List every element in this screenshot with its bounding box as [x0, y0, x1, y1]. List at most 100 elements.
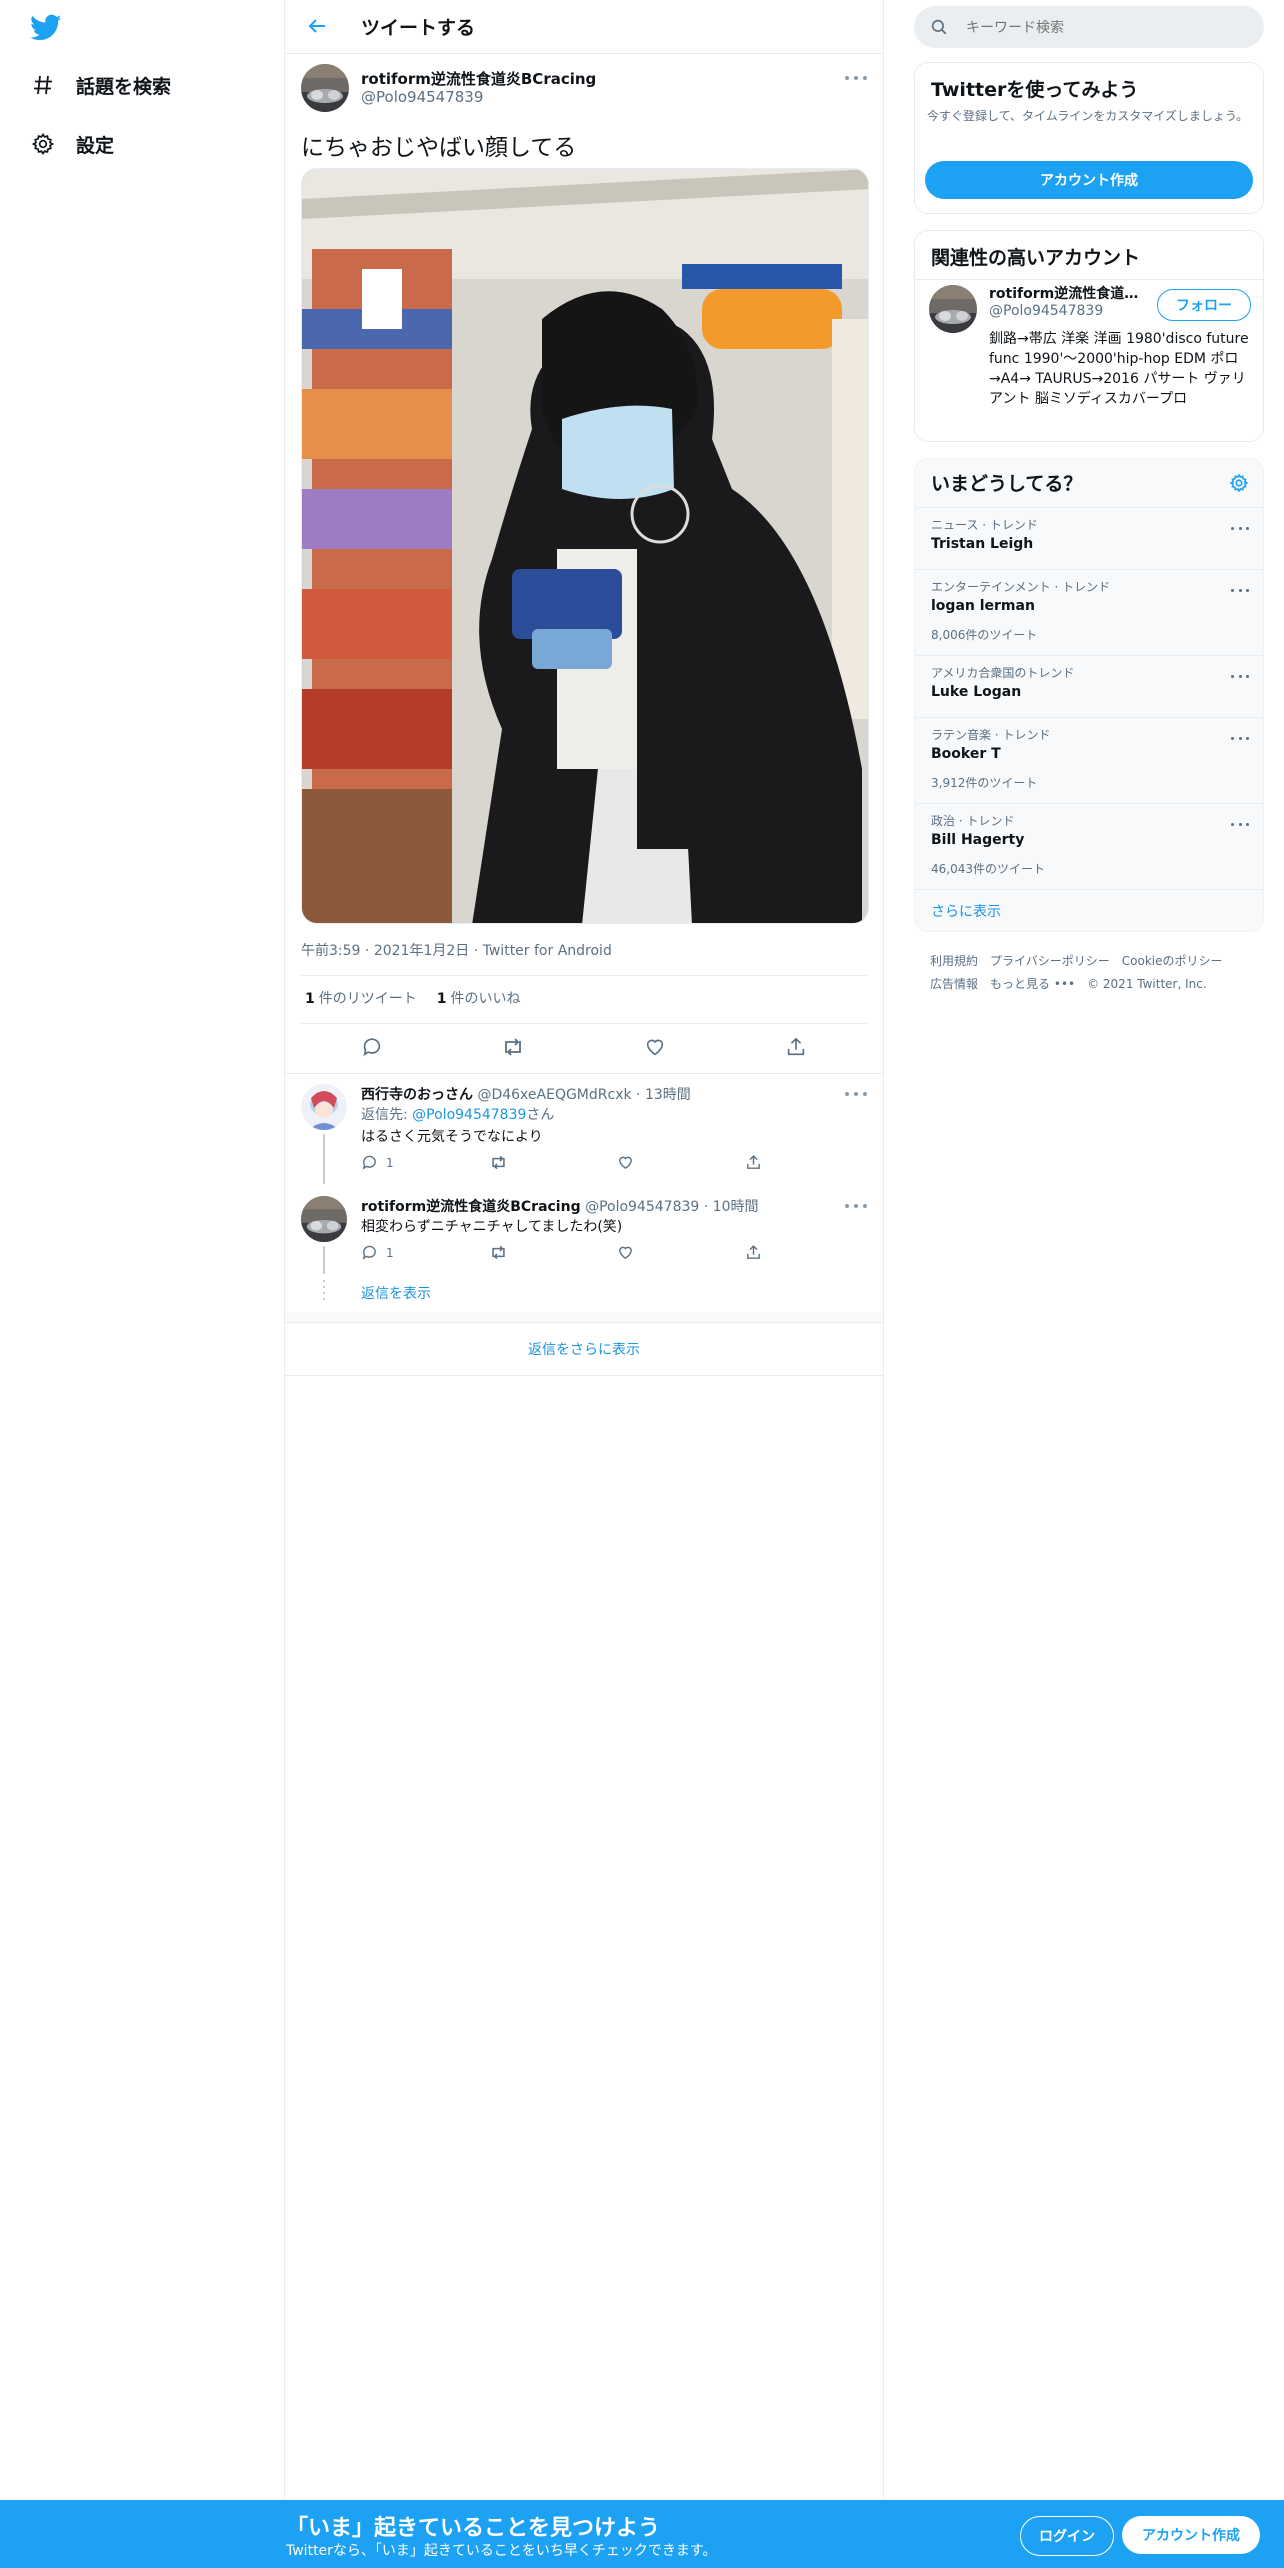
relevant-accounts-card: 関連性の高いアカウント rotiform逆流性食道炎... @Polo94547… [914, 230, 1264, 442]
author-handle[interactable]: @Polo94547839 [361, 88, 483, 106]
show-replies-link[interactable]: 返信を表示 [361, 1283, 431, 1303]
relevant-name[interactable]: rotiform逆流性食道炎... [989, 283, 1149, 303]
share-icon[interactable] [783, 1034, 809, 1060]
gear-icon[interactable] [1229, 473, 1249, 497]
trend-category: アメリカ合衆国のトレンド [931, 666, 1075, 680]
trend-item[interactable]: ラテン音楽 · トレンド Booker T 3,912件のツイート [915, 717, 1263, 804]
login-button[interactable]: ログイン [1020, 2516, 1114, 2556]
tweet-time[interactable]: 午前3:59 [301, 943, 360, 959]
bottom-signup-bar: 「いま」起きていることを見つけよう Twitterなら、「いま」起きていることを… [0, 2500, 1284, 2568]
signup-card-description: 今すぐ登録して、タイムラインをカスタマイズしましょう。 [927, 109, 1249, 123]
reply-avatar[interactable] [301, 1084, 347, 1130]
show-more-trends-link[interactable]: さらに表示 [931, 901, 1001, 921]
more-options-icon[interactable] [1231, 730, 1249, 746]
footer-ads[interactable]: 広告情報 [930, 977, 978, 991]
tweet-photo[interactable] [301, 168, 869, 924]
reply-tweet[interactable]: rotiform逆流性食道炎BCracing @Polo94547839 · 1… [285, 1186, 883, 1276]
reply-icon[interactable]: 1 [361, 1154, 401, 1171]
trend-category: エンターテインメント · トレンド [931, 580, 1111, 594]
tweet-source[interactable]: Twitter for Android [483, 943, 612, 959]
search-icon [930, 18, 948, 40]
trend-item[interactable]: 政治 · トレンド Bill Hagerty 46,043件のツイート [915, 803, 1263, 890]
trend-name: Tristan Leigh [931, 536, 1034, 552]
tweet-stats: 1 件のリツイート 1 件のいいね [305, 988, 521, 1008]
thread-line [323, 1246, 325, 1274]
like-icon[interactable] [642, 1034, 668, 1060]
trend-name: Bill Hagerty [931, 832, 1025, 848]
search-box[interactable] [914, 6, 1264, 48]
reply-avatar[interactable] [301, 1196, 347, 1242]
twitter-logo-icon[interactable] [30, 14, 62, 42]
retweet-icon[interactable] [500, 1034, 526, 1060]
more-options-icon[interactable] [845, 1198, 867, 1214]
footer-cookie[interactable]: Cookieのポリシー [1122, 954, 1223, 968]
trend-item[interactable]: ニュース · トレンド Tristan Leigh [915, 507, 1263, 570]
reply-to-handle[interactable]: @Polo94547839 [412, 1107, 526, 1123]
trend-category: ラテン音楽 · トレンド [931, 728, 1051, 742]
more-options-icon[interactable] [1231, 520, 1249, 536]
more-options-icon[interactable] [1231, 668, 1249, 684]
relevant-bio: 釧路→帯広 洋楽 洋画 1980'disco future func 1990'… [989, 331, 1249, 407]
more-options-icon[interactable] [845, 1086, 867, 1102]
footer-terms[interactable]: 利用規約 [930, 954, 978, 968]
section-gap [285, 1312, 883, 1322]
share-icon[interactable] [745, 1244, 785, 1261]
reply-to: 返信先: @Polo94547839さん [361, 1107, 555, 1123]
reply-icon[interactable]: 1 [361, 1244, 401, 1261]
trend-item[interactable]: エンターテインメント · トレンド logan lerman 8,006件のツイ… [915, 569, 1263, 656]
trend-count: 8,006件のツイート [931, 628, 1038, 642]
reply-author-handle[interactable]: @Polo94547839 [585, 1199, 699, 1215]
signup-button[interactable]: アカウント作成 [925, 161, 1253, 199]
reply-author-name[interactable]: rotiform逆流性食道炎BCracing [361, 1199, 581, 1215]
reply-time[interactable]: 10時間 [713, 1199, 759, 1215]
reply-actions: 1 [361, 1154, 785, 1171]
reply-author-handle[interactable]: @D46xeAEQGMdRcxk [477, 1087, 631, 1103]
footer-more[interactable]: もっと見る ••• [990, 977, 1075, 991]
relevant-avatar[interactable] [929, 285, 977, 333]
follow-button[interactable]: フォロー [1157, 289, 1251, 321]
show-more-replies-button[interactable]: 返信をさらに表示 [285, 1322, 883, 1376]
tweet-actions [301, 1034, 867, 1060]
divider [301, 975, 867, 976]
footer-privacy[interactable]: プライバシーポリシー [990, 954, 1110, 968]
relevant-handle[interactable]: @Polo94547839 [989, 303, 1103, 319]
author-avatar[interactable] [301, 64, 349, 112]
share-icon[interactable] [745, 1154, 785, 1171]
trend-category: ニュース · トレンド [931, 518, 1038, 532]
trend-item[interactable]: アメリカ合衆国のトレンド Luke Logan [915, 655, 1263, 718]
nav-explore[interactable]: 話題を検索 [30, 63, 171, 107]
reply-tweet[interactable]: 西行寺のおっさん @D46xeAEQGMdRcxk · 13時間 返信先: @P… [285, 1074, 883, 1184]
retweet-icon[interactable] [489, 1244, 529, 1261]
like-stat[interactable]: 1 件のいいね [437, 988, 521, 1008]
more-dots-icon: ••• [1053, 977, 1076, 991]
trend-count: 46,043件のツイート [931, 862, 1045, 876]
divider [915, 889, 1263, 890]
divider [915, 279, 1263, 280]
left-nav: 話題を検索 設定 [0, 0, 284, 2500]
retweet-stat[interactable]: 1 件のリツイート [305, 988, 417, 1008]
back-arrow-icon[interactable] [305, 14, 329, 38]
reply-author-name[interactable]: 西行寺のおっさん [361, 1087, 473, 1103]
tweet-date[interactable]: 2021年1月2日 [374, 943, 469, 959]
more-options-icon[interactable] [1231, 816, 1249, 832]
signup-button[interactable]: アカウント作成 [1122, 2516, 1260, 2554]
more-options-icon[interactable] [1231, 582, 1249, 598]
retweet-icon[interactable] [489, 1154, 529, 1171]
tweet-text: にちゃおじやばい顔してる [301, 135, 577, 161]
reply-icon[interactable] [359, 1034, 385, 1060]
trend-name: Luke Logan [931, 684, 1022, 700]
footer-copyright: © 2021 Twitter, Inc. [1087, 977, 1207, 991]
signup-card-title: Twitterを使ってみよう [931, 79, 1139, 101]
reply-time[interactable]: 13時間 [645, 1087, 691, 1103]
like-icon[interactable] [617, 1244, 657, 1261]
main-column: ツイートする rotiform逆流性食道炎BCracing @Polo94547… [284, 0, 884, 2500]
tweet-meta: 午前3:59 · 2021年1月2日 · Twitter for Android [301, 943, 612, 959]
author-name[interactable]: rotiform逆流性食道炎BCracing [361, 68, 596, 89]
like-icon[interactable] [617, 1154, 657, 1171]
search-input[interactable] [964, 16, 1248, 40]
more-options-icon[interactable] [845, 70, 867, 86]
trend-name: Booker T [931, 746, 1001, 762]
nav-settings[interactable]: 設定 [30, 122, 114, 166]
hashtag-icon [30, 72, 56, 98]
bottom-bar-subtitle: Twitterなら、「いま」起きていることをいち早くチェックできます。 [286, 2543, 717, 2559]
